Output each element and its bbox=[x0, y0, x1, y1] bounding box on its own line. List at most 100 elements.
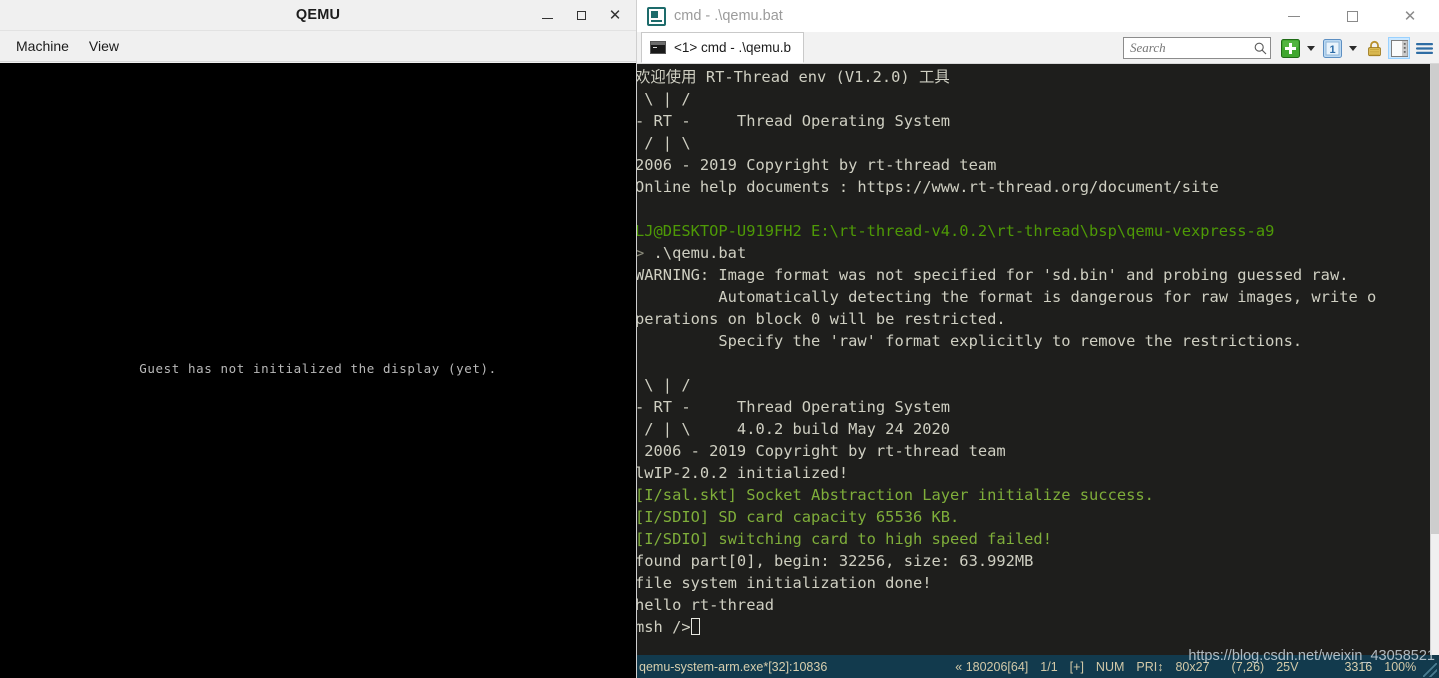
menu-item-view[interactable]: View bbox=[81, 34, 127, 58]
console-minimize-button[interactable] bbox=[1265, 0, 1323, 32]
console-maximize-button[interactable] bbox=[1323, 0, 1381, 32]
terminal-line: Specify the 'raw' format explicitly to r… bbox=[637, 330, 1431, 352]
active-console-button[interactable]: 1 bbox=[1321, 37, 1343, 59]
console-tabbar: <1> cmd - .\qemu.b Search 1 bbox=[637, 32, 1439, 64]
console-statusbar: qemu-system-arm.exe*[32]:10836 « 180206[… bbox=[637, 655, 1439, 678]
terminal-line: [I/sal.skt] Socket Abstraction Layer ini… bbox=[637, 484, 1431, 506]
chevron-down-icon bbox=[1307, 45, 1315, 51]
terminal-text-segment: \ | / bbox=[637, 90, 691, 108]
resize-grip[interactable] bbox=[1423, 663, 1437, 677]
minimize-icon bbox=[1288, 15, 1300, 17]
qemu-window-title: QEMU bbox=[295, 7, 341, 23]
console-close-button[interactable]: ✕ bbox=[1381, 0, 1439, 32]
new-console-dropdown[interactable] bbox=[1304, 37, 1318, 59]
terminal-line: > .\qemu.bat bbox=[637, 242, 1431, 264]
qemu-close-button[interactable]: ✕ bbox=[598, 0, 632, 31]
toggle-panel-button[interactable] bbox=[1388, 37, 1410, 59]
screen: QEMU ✕ Machine View Guest has not initia… bbox=[0, 0, 1439, 678]
menu-item-machine[interactable]: Machine bbox=[8, 34, 77, 58]
terminal-text-segment: 2006 - 2019 Copyright by rt-thread team bbox=[637, 442, 1006, 460]
active-console-dropdown[interactable] bbox=[1346, 37, 1360, 59]
terminal-text-segment: msh /> bbox=[637, 618, 691, 636]
terminal-line: Automatically detecting the format is da… bbox=[637, 286, 1431, 308]
menu-button[interactable] bbox=[1413, 37, 1435, 59]
terminal-text-segment: Automatically detecting the format is da… bbox=[637, 288, 1377, 306]
guest-display-message: Guest has not initialized the display (y… bbox=[139, 361, 497, 376]
terminal-text-segment: hello rt-thread bbox=[637, 596, 774, 614]
terminal-text-segment: WARNING: Image format was not specified … bbox=[637, 266, 1349, 284]
terminal-line: lwIP-2.0.2 initialized! bbox=[637, 462, 1431, 484]
maximize-icon bbox=[1346, 10, 1358, 22]
qemu-menubar: Machine View bbox=[0, 31, 636, 62]
close-icon: ✕ bbox=[608, 6, 622, 24]
conemu-app-icon bbox=[647, 6, 666, 26]
qemu-titlebar[interactable]: QEMU ✕ bbox=[0, 0, 636, 31]
terminal-line: LJ@DESKTOP-U919FH2 E:\rt-thread-v4.0.2\r… bbox=[637, 220, 1431, 242]
status-num-lock: NUM bbox=[1095, 659, 1125, 674]
terminal-line: 2006 - 2019 Copyright by rt-thread team bbox=[637, 154, 1431, 176]
terminal-text-segment: perations on block 0 will be restricted. bbox=[637, 310, 1006, 328]
terminal-text-segment: 2006 - 2019 Copyright by rt-thread team bbox=[637, 156, 997, 174]
terminal-text-segment: [I/sal.skt] Socket Abstraction Layer ini… bbox=[637, 486, 1154, 504]
search-icon bbox=[1254, 42, 1267, 54]
status-size: 80x27 bbox=[1175, 659, 1210, 674]
search-input[interactable]: Search bbox=[1123, 37, 1271, 59]
terminal-line: [I/SDIO] SD card capacity 65536 KB. bbox=[637, 506, 1431, 528]
status-cursor-position: (7,26) bbox=[1231, 659, 1265, 674]
terminal-text-segment: - RT - Thread Operating System bbox=[637, 112, 951, 130]
console-window-icon bbox=[650, 41, 666, 54]
tab-console-1[interactable]: <1> cmd - .\qemu.b bbox=[641, 32, 805, 63]
terminal-line: hello rt-thread bbox=[637, 594, 1431, 616]
terminal-output-area[interactable]: 欢迎使用 RT-Thread env (V1.2.0) 工具 \ | / - RT… bbox=[637, 64, 1439, 655]
status-priority: PRI↕ bbox=[1136, 659, 1164, 674]
blue-one-icon: 1 bbox=[1322, 38, 1342, 58]
terminal-text: 欢迎使用 RT-Thread env (V1.2.0) 工具 \ | / - RT… bbox=[637, 66, 1431, 638]
terminal-text-segment: lwIP-2.0.2 initialized! bbox=[637, 464, 849, 482]
terminal-text-segment: > bbox=[637, 244, 645, 262]
terminal-line: WARNING: Image format was not specified … bbox=[637, 264, 1431, 286]
terminal-text-segment: - RT - Thread Operating System bbox=[637, 398, 951, 416]
terminal-line: found part[0], begin: 32256, size: 63.99… bbox=[637, 550, 1431, 572]
terminal-text-segment: LJ@DESKTOP-U919FH2 E:\rt-thread-v4.0.2\r… bbox=[637, 222, 1275, 240]
tab-label: <1> cmd - .\qemu.b bbox=[674, 40, 792, 55]
qemu-guest-display[interactable]: Guest has not initialized the display (y… bbox=[0, 63, 636, 678]
new-console-button[interactable] bbox=[1279, 37, 1301, 59]
qemu-minimize-button[interactable] bbox=[530, 0, 564, 31]
close-icon: ✕ bbox=[1403, 6, 1417, 25]
terminal-line: / | \ 4.0.2 build May 24 2020 bbox=[637, 418, 1431, 440]
padlock-icon bbox=[1367, 40, 1381, 56]
terminal-text-segment: \ | / bbox=[637, 376, 691, 394]
terminal-line: 欢迎使用 RT-Thread env (V1.2.0) 工具 bbox=[637, 66, 1431, 88]
terminal-line: perations on block 0 will be restricted. bbox=[637, 308, 1431, 330]
console-titlebar[interactable]: cmd - .\qemu.bat ✕ bbox=[637, 0, 1439, 32]
terminal-cursor bbox=[690, 618, 700, 635]
split-panel-icon bbox=[1390, 39, 1408, 57]
terminal-text-segment: [I/SDIO] SD card capacity 65536 KB. bbox=[637, 508, 960, 526]
qemu-window-controls: ✕ bbox=[530, 0, 632, 31]
status-color-depth: 25V bbox=[1276, 659, 1299, 674]
terminal-text-segment: file system initialization done! bbox=[637, 574, 932, 592]
terminal-line: msh /> bbox=[637, 616, 1431, 638]
scrollbar-thumb[interactable] bbox=[1431, 64, 1439, 534]
terminal-text-segment: Specify the 'raw' format explicitly to r… bbox=[637, 332, 1303, 350]
console-toolbar: Search 1 bbox=[1123, 34, 1435, 62]
status-zoom: 100% bbox=[1384, 659, 1417, 674]
maximize-icon bbox=[576, 11, 586, 20]
terminal-line: Online help documents : https://www.rt-t… bbox=[637, 176, 1431, 198]
svg-text:1: 1 bbox=[1329, 44, 1335, 56]
terminal-line: 2006 - 2019 Copyright by rt-thread team bbox=[637, 440, 1431, 462]
terminal-scrollbar[interactable] bbox=[1430, 64, 1439, 655]
status-memory: 3316 bbox=[1344, 659, 1373, 674]
terminal-text-segment: 欢迎使用 RT-Thread env (V1.2.0) 工具 bbox=[637, 68, 950, 86]
terminal-line: file system initialization done! bbox=[637, 572, 1431, 594]
status-tabs: 1/1 bbox=[1040, 659, 1058, 674]
chevron-down-icon bbox=[1349, 45, 1357, 51]
qemu-maximize-button[interactable] bbox=[564, 0, 598, 31]
green-plus-icon bbox=[1280, 38, 1300, 58]
console-window: cmd - .\qemu.bat ✕ <1> cmd - .\qemu.b Se… bbox=[637, 0, 1439, 678]
terminal-text-segment: found part[0], begin: 32256, size: 63.99… bbox=[637, 552, 1034, 570]
lock-button[interactable] bbox=[1363, 37, 1385, 59]
terminal-line: - RT - Thread Operating System bbox=[637, 396, 1431, 418]
